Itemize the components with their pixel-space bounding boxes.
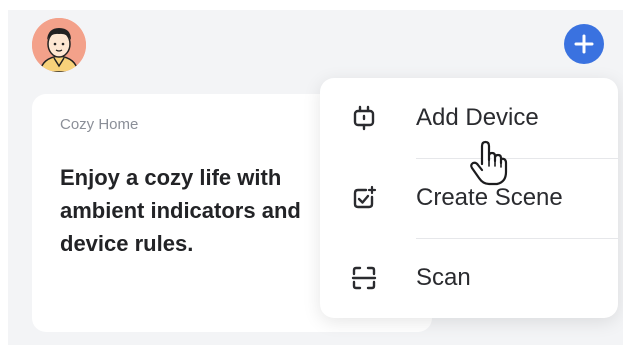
plus-circle-icon — [574, 34, 594, 54]
add-menu-dropdown: Add Device Create Scene Scan — [320, 78, 618, 318]
user-avatar-icon — [32, 18, 86, 72]
add-button[interactable] — [564, 24, 604, 64]
menu-item-scan[interactable]: Scan — [320, 238, 618, 318]
scan-frame-icon — [350, 264, 378, 292]
device-plug-icon — [350, 104, 378, 132]
menu-item-label: Scan — [416, 264, 471, 291]
menu-item-add-device[interactable]: Add Device — [320, 78, 618, 158]
avatar[interactable] — [32, 18, 86, 72]
app-screen: Cozy Home Enjoy a cozy life with ambient… — [8, 10, 623, 345]
home-description: Enjoy a cozy life with ambient indicator… — [60, 165, 301, 256]
menu-item-label: Create Scene — [416, 184, 563, 211]
menu-item-create-scene[interactable]: Create Scene — [320, 158, 618, 238]
menu-item-label: Add Device — [416, 104, 539, 131]
scene-check-icon — [350, 184, 378, 212]
